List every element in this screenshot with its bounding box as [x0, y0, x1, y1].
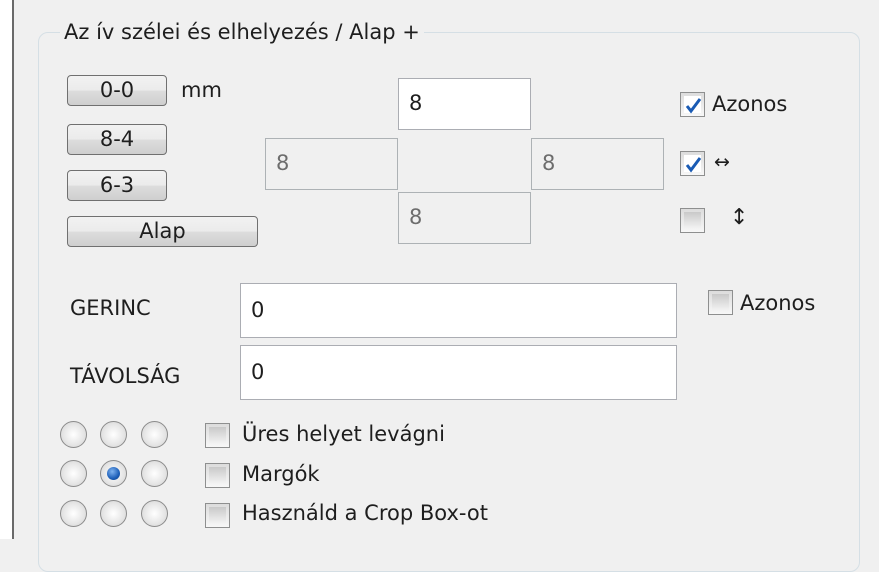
preset-0-0-button[interactable]: 0-0 [67, 75, 167, 106]
spine-input[interactable]: 0 [240, 283, 677, 338]
same-all-checkbox[interactable] [680, 92, 705, 117]
spine-same-label: Azonos [740, 291, 816, 315]
align-radio-middle-left[interactable] [60, 460, 87, 487]
align-radio-top-center[interactable] [100, 421, 127, 448]
use-crop-box-checkbox[interactable] [205, 503, 230, 528]
align-radio-bottom-left[interactable] [60, 500, 87, 527]
horizontal-same-checkbox[interactable] [680, 151, 705, 176]
preset-8-4-button[interactable]: 8-4 [67, 124, 167, 155]
margins-checkbox[interactable] [205, 463, 230, 488]
align-radio-bottom-right[interactable] [141, 500, 168, 527]
align-radio-bottom-center[interactable] [100, 500, 127, 527]
align-radio-middle-right[interactable] [141, 460, 168, 487]
spine-same-checkbox[interactable] [708, 290, 733, 315]
vertical-arrows-icon: ↕ [730, 205, 749, 230]
trim-empty-label: Üres helyet levágni [242, 422, 445, 446]
trim-empty-checkbox[interactable] [205, 423, 230, 448]
preset-alap-button[interactable]: Alap [67, 216, 258, 247]
use-crop-box-label: Használd a Crop Box-ot [242, 501, 488, 525]
check-icon [685, 98, 702, 114]
margins-label: Margók [242, 462, 320, 486]
margin-bottom-input: 8 [398, 192, 531, 244]
same-all-label: Azonos [712, 92, 788, 116]
align-radio-middle-center[interactable] [100, 460, 127, 487]
margin-left-input: 8 [265, 138, 398, 190]
vertical-same-checkbox[interactable] [680, 208, 705, 233]
spine-label: GERINC [70, 296, 151, 320]
horizontal-arrows-icon: ↔ [714, 151, 730, 173]
groupbox-title: Az ív szélei és elhelyezés / Alap + [60, 19, 424, 45]
window-left-border [0, 0, 14, 539]
unit-label: mm [181, 78, 222, 102]
align-radio-top-left[interactable] [60, 421, 87, 448]
check-icon [685, 157, 702, 173]
margin-top-input[interactable]: 8 [398, 78, 531, 130]
align-radio-top-right[interactable] [141, 421, 168, 448]
distance-label: TÁVOLSÁG [70, 364, 181, 388]
margin-right-input: 8 [531, 138, 664, 190]
radio-selected-dot [107, 467, 120, 480]
distance-input[interactable]: 0 [240, 345, 677, 400]
preset-6-3-button[interactable]: 6-3 [67, 170, 167, 201]
